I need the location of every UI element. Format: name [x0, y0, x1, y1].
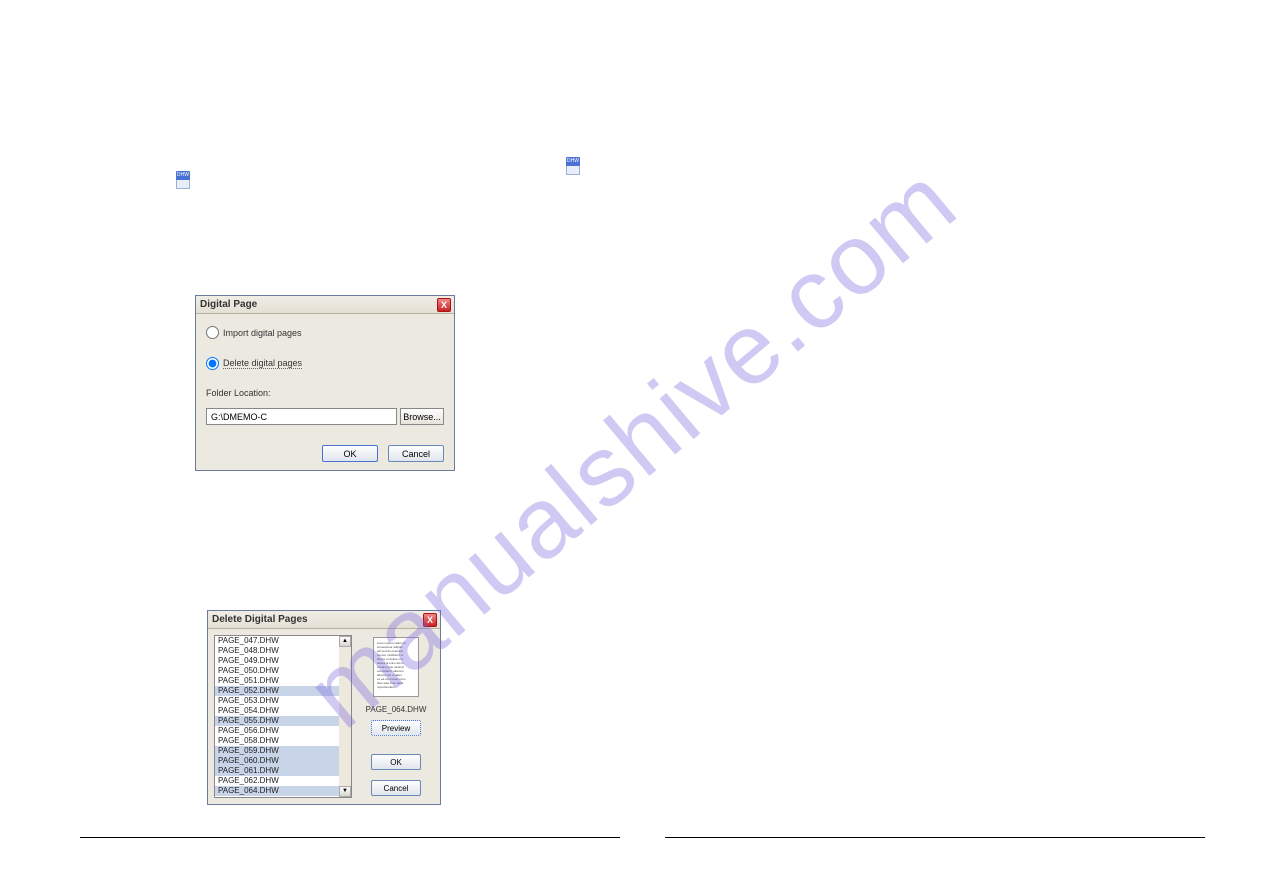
preview-pane: Lorem ipsum dolor sitconsectetur adipisc… — [358, 635, 434, 798]
scrollbar[interactable]: ▲ ▼ — [339, 636, 351, 797]
scroll-up-arrow[interactable]: ▲ — [339, 636, 351, 647]
list-item[interactable]: PAGE_064.DHW — [215, 786, 339, 796]
dialog-title: Delete Digital Pages — [212, 614, 308, 625]
list-item[interactable]: PAGE_054.DHW — [215, 706, 339, 716]
list-item[interactable]: PAGE_053.DHW — [215, 696, 339, 706]
dhw-icon-label: DHW — [566, 157, 580, 166]
list-item[interactable]: PAGE_047.DHW — [215, 636, 339, 646]
list-item[interactable]: PAGE_049.DHW — [215, 656, 339, 666]
footer-divider-right — [665, 837, 1205, 838]
import-radio-row[interactable]: Import digital pages — [206, 326, 444, 339]
dialog-body: Import digital pages Delete digital page… — [196, 314, 454, 470]
list-item[interactable]: PAGE_055.DHW — [215, 716, 339, 726]
list-item[interactable]: PAGE_061.DHW — [215, 766, 339, 776]
page-thumbnail: Lorem ipsum dolor sitconsectetur adipisc… — [373, 637, 419, 697]
list-item[interactable]: PAGE_058.DHW — [215, 736, 339, 746]
close-button[interactable]: X — [423, 613, 437, 627]
dhw-icon-body — [566, 166, 580, 175]
folder-path-input[interactable] — [206, 408, 397, 425]
digital-page-dialog: Digital Page X Import digital pages Dele… — [195, 295, 455, 471]
dialog-titlebar[interactable]: Delete Digital Pages X — [208, 611, 440, 629]
thumbnail-filename: PAGE_064.DHW — [366, 705, 427, 714]
dialog-button-col: OK Cancel — [371, 748, 421, 798]
list-item[interactable]: PAGE_052.DHW — [215, 686, 339, 696]
footer-divider-left — [80, 837, 620, 838]
delete-radio-label: Delete digital pages — [223, 358, 302, 369]
list-item[interactable]: PAGE_056.DHW — [215, 726, 339, 736]
dhw-icon-label: DHW — [176, 171, 190, 180]
list-content: PAGE_047.DHWPAGE_048.DHWPAGE_049.DHWPAGE… — [215, 636, 339, 797]
dialog-titlebar[interactable]: Digital Page X — [196, 296, 454, 314]
scroll-track[interactable] — [339, 647, 351, 786]
dhw-file-icon: DHW — [566, 157, 580, 175]
list-item[interactable]: PAGE_067.DHW — [215, 796, 339, 798]
delete-radio-row[interactable]: Delete digital pages — [206, 357, 444, 370]
pages-listbox[interactable]: PAGE_047.DHWPAGE_048.DHWPAGE_049.DHWPAGE… — [214, 635, 352, 798]
list-item[interactable]: PAGE_050.DHW — [215, 666, 339, 676]
list-item[interactable]: PAGE_062.DHW — [215, 776, 339, 786]
delete-radio[interactable] — [206, 357, 219, 370]
cancel-button[interactable]: Cancel — [371, 780, 421, 796]
scroll-down-arrow[interactable]: ▼ — [339, 786, 351, 797]
dialog-body: PAGE_047.DHWPAGE_048.DHWPAGE_049.DHWPAGE… — [208, 629, 440, 804]
list-item[interactable]: PAGE_051.DHW — [215, 676, 339, 686]
dhw-icon-body — [176, 180, 190, 189]
ok-button[interactable]: OK — [322, 445, 378, 462]
browse-button[interactable]: Browse... — [400, 408, 444, 425]
delete-digital-pages-dialog: Delete Digital Pages X PAGE_047.DHWPAGE_… — [207, 610, 441, 805]
close-button[interactable]: X — [437, 298, 451, 312]
dialog-title: Digital Page — [200, 299, 257, 310]
dialog-button-row: OK Cancel — [206, 445, 444, 462]
list-item[interactable]: PAGE_059.DHW — [215, 746, 339, 756]
import-radio[interactable] — [206, 326, 219, 339]
cancel-button[interactable]: Cancel — [388, 445, 444, 462]
list-item[interactable]: PAGE_048.DHW — [215, 646, 339, 656]
path-row: Browse... — [206, 408, 444, 425]
list-item[interactable]: PAGE_060.DHW — [215, 756, 339, 766]
preview-button[interactable]: Preview — [371, 720, 421, 736]
folder-location-label: Folder Location: — [206, 388, 444, 398]
dhw-file-icon: DHW — [176, 171, 190, 189]
ok-button[interactable]: OK — [371, 754, 421, 770]
import-radio-label: Import digital pages — [223, 328, 302, 338]
